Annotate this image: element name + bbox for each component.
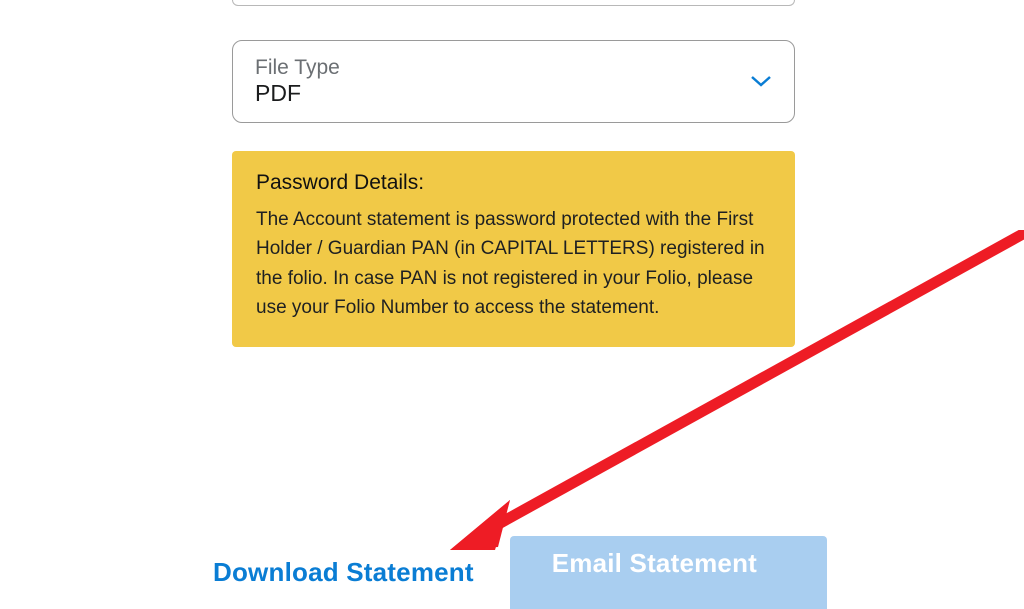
action-row: Download Statement Email Statement <box>213 536 853 609</box>
password-details-notice: Password Details: The Account statement … <box>232 151 795 347</box>
file-type-text: File Type PDF <box>255 55 340 108</box>
notice-body: The Account statement is password protec… <box>256 205 771 323</box>
file-type-value: PDF <box>255 80 340 108</box>
download-statement-link[interactable]: Download Statement <box>213 557 474 588</box>
previous-field-bottom-edge <box>232 0 795 6</box>
email-statement-button[interactable]: Email Statement <box>510 536 827 609</box>
chevron-down-icon <box>750 70 772 92</box>
notice-title: Password Details: <box>256 171 771 195</box>
file-type-label: File Type <box>255 55 340 80</box>
file-type-select[interactable]: File Type PDF <box>232 40 795 123</box>
form-area: File Type PDF Password Details: The Acco… <box>232 0 795 347</box>
